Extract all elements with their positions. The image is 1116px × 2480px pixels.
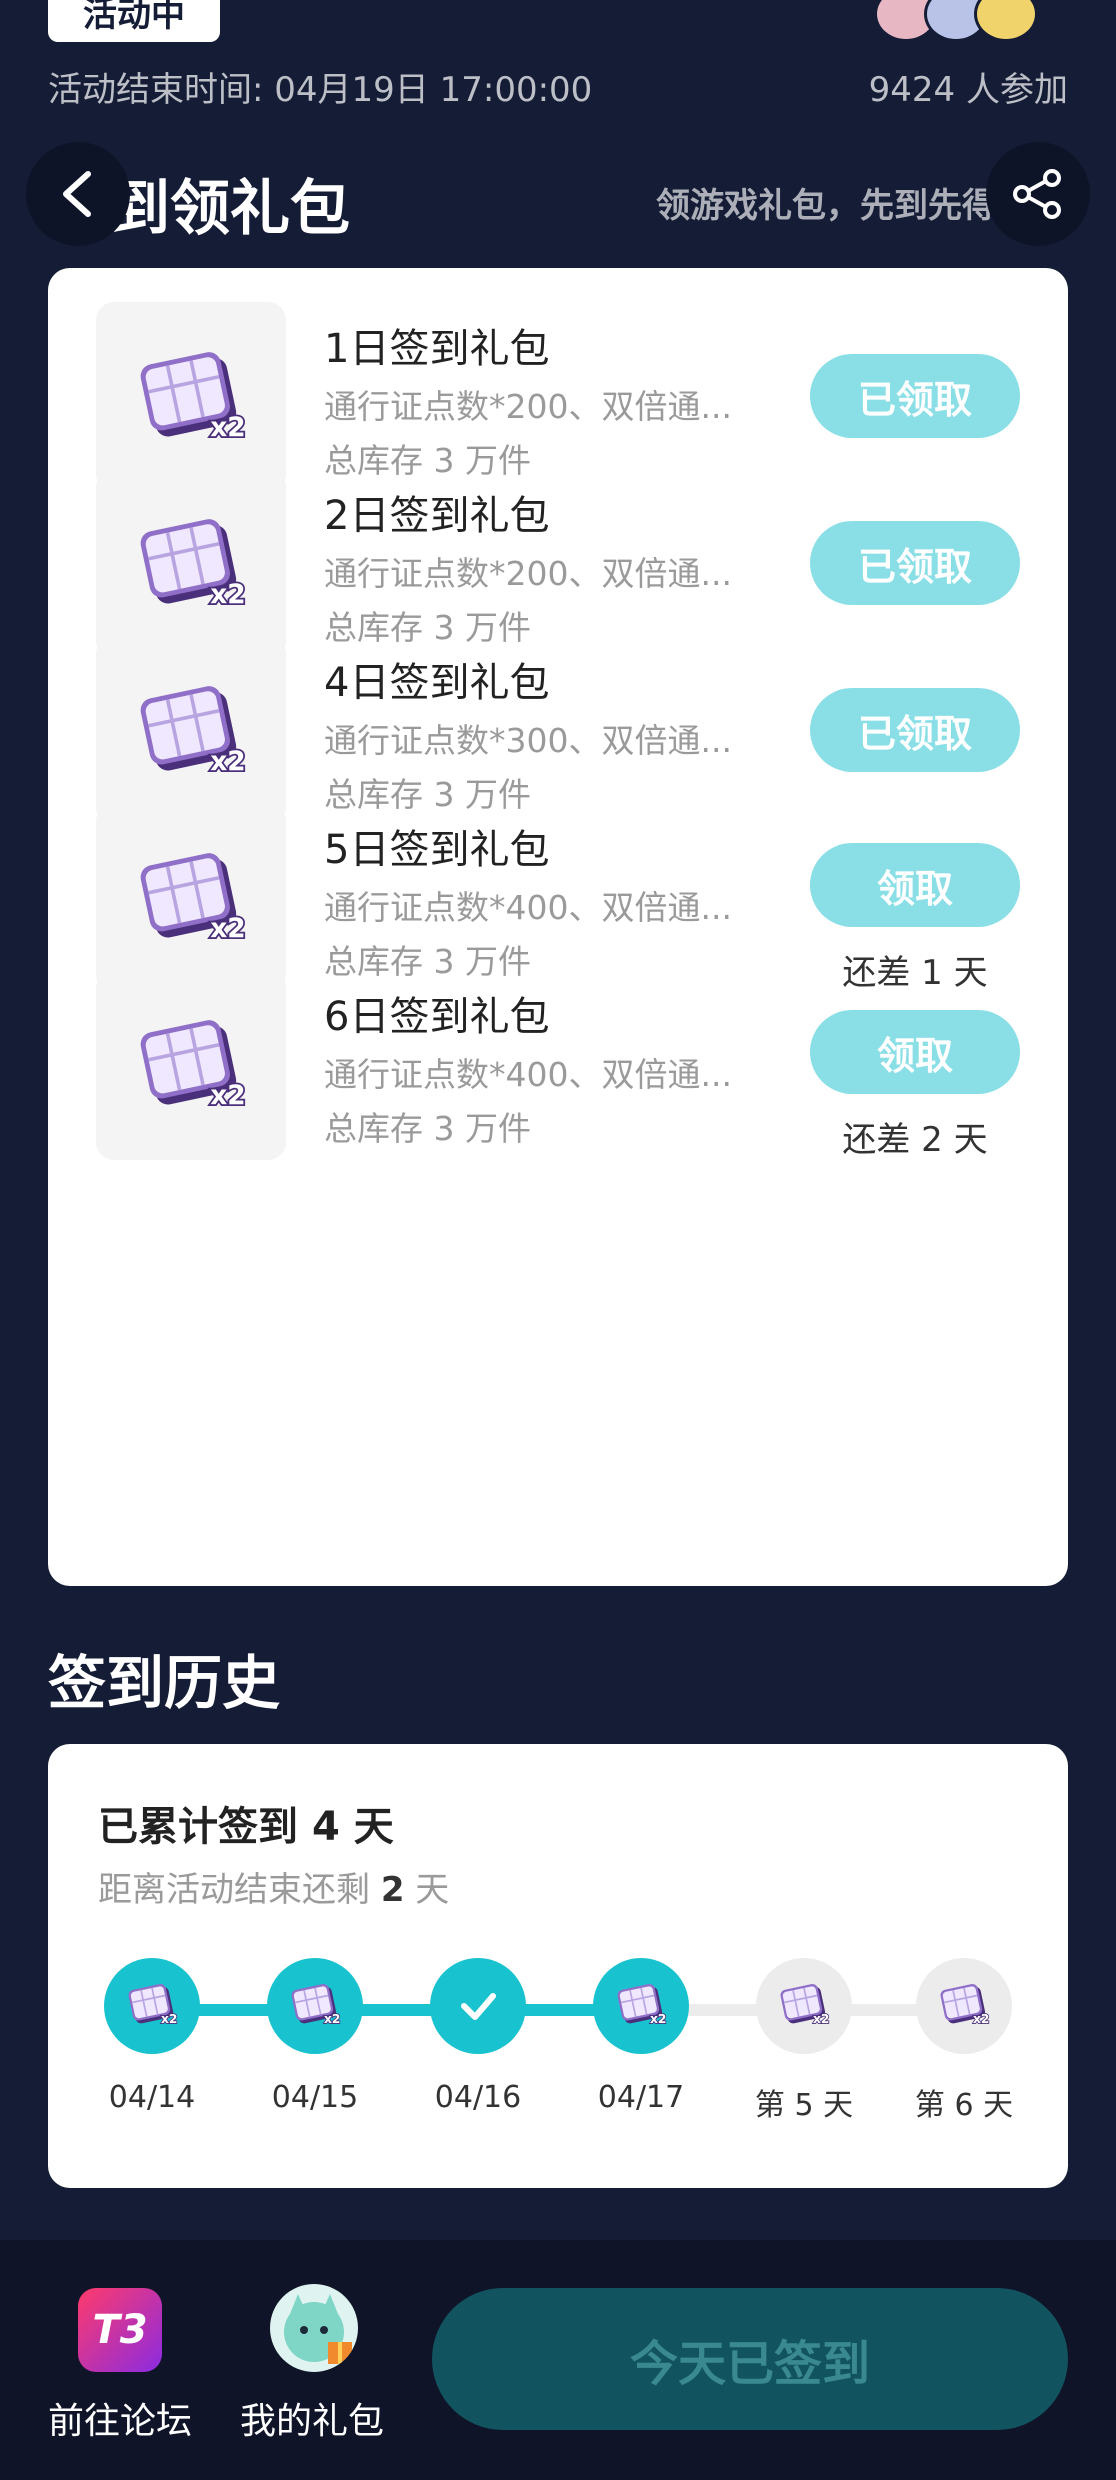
gift-name: 1日签到礼包 (324, 326, 550, 372)
days-remaining-label: 还差 2 天 (842, 1120, 988, 1160)
pass-card-icon: x2 (124, 1976, 180, 2036)
gift-name: 5日签到礼包 (324, 827, 550, 873)
page-subtitle: 领游戏礼包，先到先得 (656, 186, 996, 226)
gift-name: 6日签到礼包 (324, 994, 550, 1040)
gift-row: x2 6日签到礼包通行证点数*400、双倍通... 总库存 3 万件 领取还差 2 天 (48, 936, 1068, 1200)
gift-description: 通行证点数*300、双倍通... (324, 721, 732, 760)
svg-text:x2: x2 (161, 2012, 178, 2026)
checkin-day-label: 第 5 天 (754, 2088, 854, 2123)
participant-avatars (874, 0, 1068, 42)
participant-count: 9424 人参加 (868, 70, 1068, 110)
pass-card-icon: x2 (936, 1976, 992, 2036)
gift-description: 通行证点数*400、双倍通... (324, 888, 732, 927)
svg-text:x2: x2 (973, 2012, 990, 2026)
checkin-day-node: x2 (267, 1958, 363, 2054)
share-icon (1013, 169, 1061, 219)
pass-card-icon: x2 (613, 1976, 669, 2036)
checkin-day-label: 04/17 (597, 2080, 685, 2115)
gift-description: 通行证点数*400、双倍通... (324, 1055, 732, 1094)
gift-list-card: x2 1日签到礼包 通行证点数*200、双倍通... 总库存 3 万件 已领取 x2 2日签… (48, 268, 1068, 1586)
forum-app-icon[interactable]: T3 (78, 2288, 162, 2372)
checkin-day-node (430, 1958, 526, 2054)
checkin-day-label: 04/16 (434, 2080, 522, 2115)
my-gifts-icon[interactable] (270, 2284, 358, 2372)
gift-name: 4日签到礼包 (324, 660, 550, 706)
svg-text:x2: x2 (650, 2012, 667, 2026)
checkin-day-label: 04/15 (271, 2080, 359, 2115)
checkin-day-node: x2 (916, 1958, 1012, 2054)
activity-end-time: 活动结束时间: 04月19日 17:00:00 (48, 70, 593, 110)
pass-card-icon: x2 (776, 1976, 832, 2036)
days-remaining: 距离活动结束还剩 2 天 (98, 1870, 450, 1910)
history-card: 已累计签到 4 天 距离活动结束还剩 2 天 x2 04/14 x2 04/15 04/… (48, 1744, 1068, 2188)
claimed-button[interactable]: 已领取 (810, 688, 1020, 772)
my-gifts-link[interactable]: 我的礼包 (240, 2392, 384, 2444)
share-button[interactable] (986, 142, 1090, 246)
forum-link[interactable]: 前往论坛 (48, 2392, 192, 2444)
claim-button[interactable]: 领取 (810, 843, 1020, 927)
gift-thumbnail: x2 (96, 970, 286, 1160)
checkin-day-node: x2 (593, 1958, 689, 2054)
checkin-day-label: 04/14 (108, 2080, 196, 2115)
total-checkin-days: 已累计签到 4 天 (98, 1804, 394, 1850)
claimed-button[interactable]: 已领取 (810, 354, 1020, 438)
gift-description: 通行证点数*200、双倍通... (324, 554, 732, 593)
svg-text:x2: x2 (324, 2012, 341, 2026)
bottom-bar: T3 前往论坛 我的礼包 今天已签到 (0, 2240, 1116, 2480)
claim-button[interactable]: 领取 (810, 1010, 1020, 1094)
svg-text:x2: x2 (813, 2012, 830, 2026)
checkin-button[interactable]: 今天已签到 (432, 2288, 1068, 2430)
svg-text:x2: x2 (210, 1080, 245, 1111)
checkin-day-label: 第 6 天 (914, 2088, 1014, 2123)
pass-card-icon: x2 (131, 1003, 251, 1127)
history-title: 签到历史 (48, 1649, 281, 1717)
checkin-day-node: x2 (104, 1958, 200, 2054)
back-button[interactable] (26, 142, 130, 246)
gift-name: 2日签到礼包 (324, 493, 550, 539)
back-arrow-icon (63, 171, 91, 217)
check-icon (461, 1993, 496, 2020)
claimed-button[interactable]: 已领取 (810, 521, 1020, 605)
checkin-day-node: x2 (756, 1958, 852, 2054)
status-badge: 活动中 (48, 0, 220, 42)
pass-card-icon: x2 (287, 1976, 343, 2036)
gift-stock: 总库存 3 万件 (324, 1109, 531, 1148)
gift-description: 通行证点数*200、双倍通... (324, 387, 732, 426)
